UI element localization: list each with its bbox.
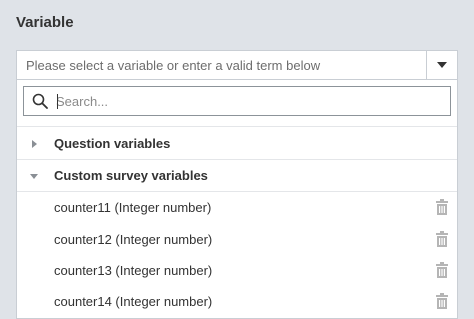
trash-icon[interactable] <box>435 231 449 247</box>
group-label: Question variables <box>54 136 171 151</box>
search-input[interactable] <box>56 91 436 111</box>
item-label: counter13 (Integer number) <box>54 263 213 278</box>
list-item[interactable]: counter13 (Integer number) <box>17 255 457 286</box>
search-box[interactable] <box>23 86 451 116</box>
list-item[interactable]: counter14 (Integer number) <box>17 286 457 317</box>
list-item[interactable]: counter11 (Integer number) <box>17 192 457 223</box>
variable-select[interactable]: Please select a variable or enter a vali… <box>16 50 458 80</box>
caret-down-icon <box>30 174 38 179</box>
dropdown-toggle-button[interactable] <box>426 51 457 79</box>
trash-icon[interactable] <box>435 199 449 215</box>
item-label: counter14 (Integer number) <box>54 294 213 309</box>
group-custom-survey-variables[interactable]: Custom survey variables <box>17 160 457 191</box>
item-label: counter12 (Integer number) <box>54 232 213 247</box>
divider <box>17 126 457 127</box>
item-label: counter11 (Integer number) <box>54 200 212 215</box>
caret-right-icon <box>32 140 37 148</box>
list-item[interactable]: counter12 (Integer number) <box>17 224 457 255</box>
select-placeholder: Please select a variable or enter a vali… <box>26 58 321 73</box>
section-title: Variable <box>16 14 74 31</box>
text-cursor <box>57 94 58 109</box>
trash-icon[interactable] <box>435 262 449 278</box>
variable-dropdown: Question variables Custom survey variabl… <box>16 80 458 319</box>
group-label: Custom survey variables <box>54 168 208 183</box>
trash-icon[interactable] <box>435 293 449 309</box>
variable-panel: Variable Please select a variable or ent… <box>0 0 474 319</box>
search-icon <box>32 93 48 109</box>
group-question-variables[interactable]: Question variables <box>17 128 457 159</box>
caret-down-icon <box>437 62 447 68</box>
